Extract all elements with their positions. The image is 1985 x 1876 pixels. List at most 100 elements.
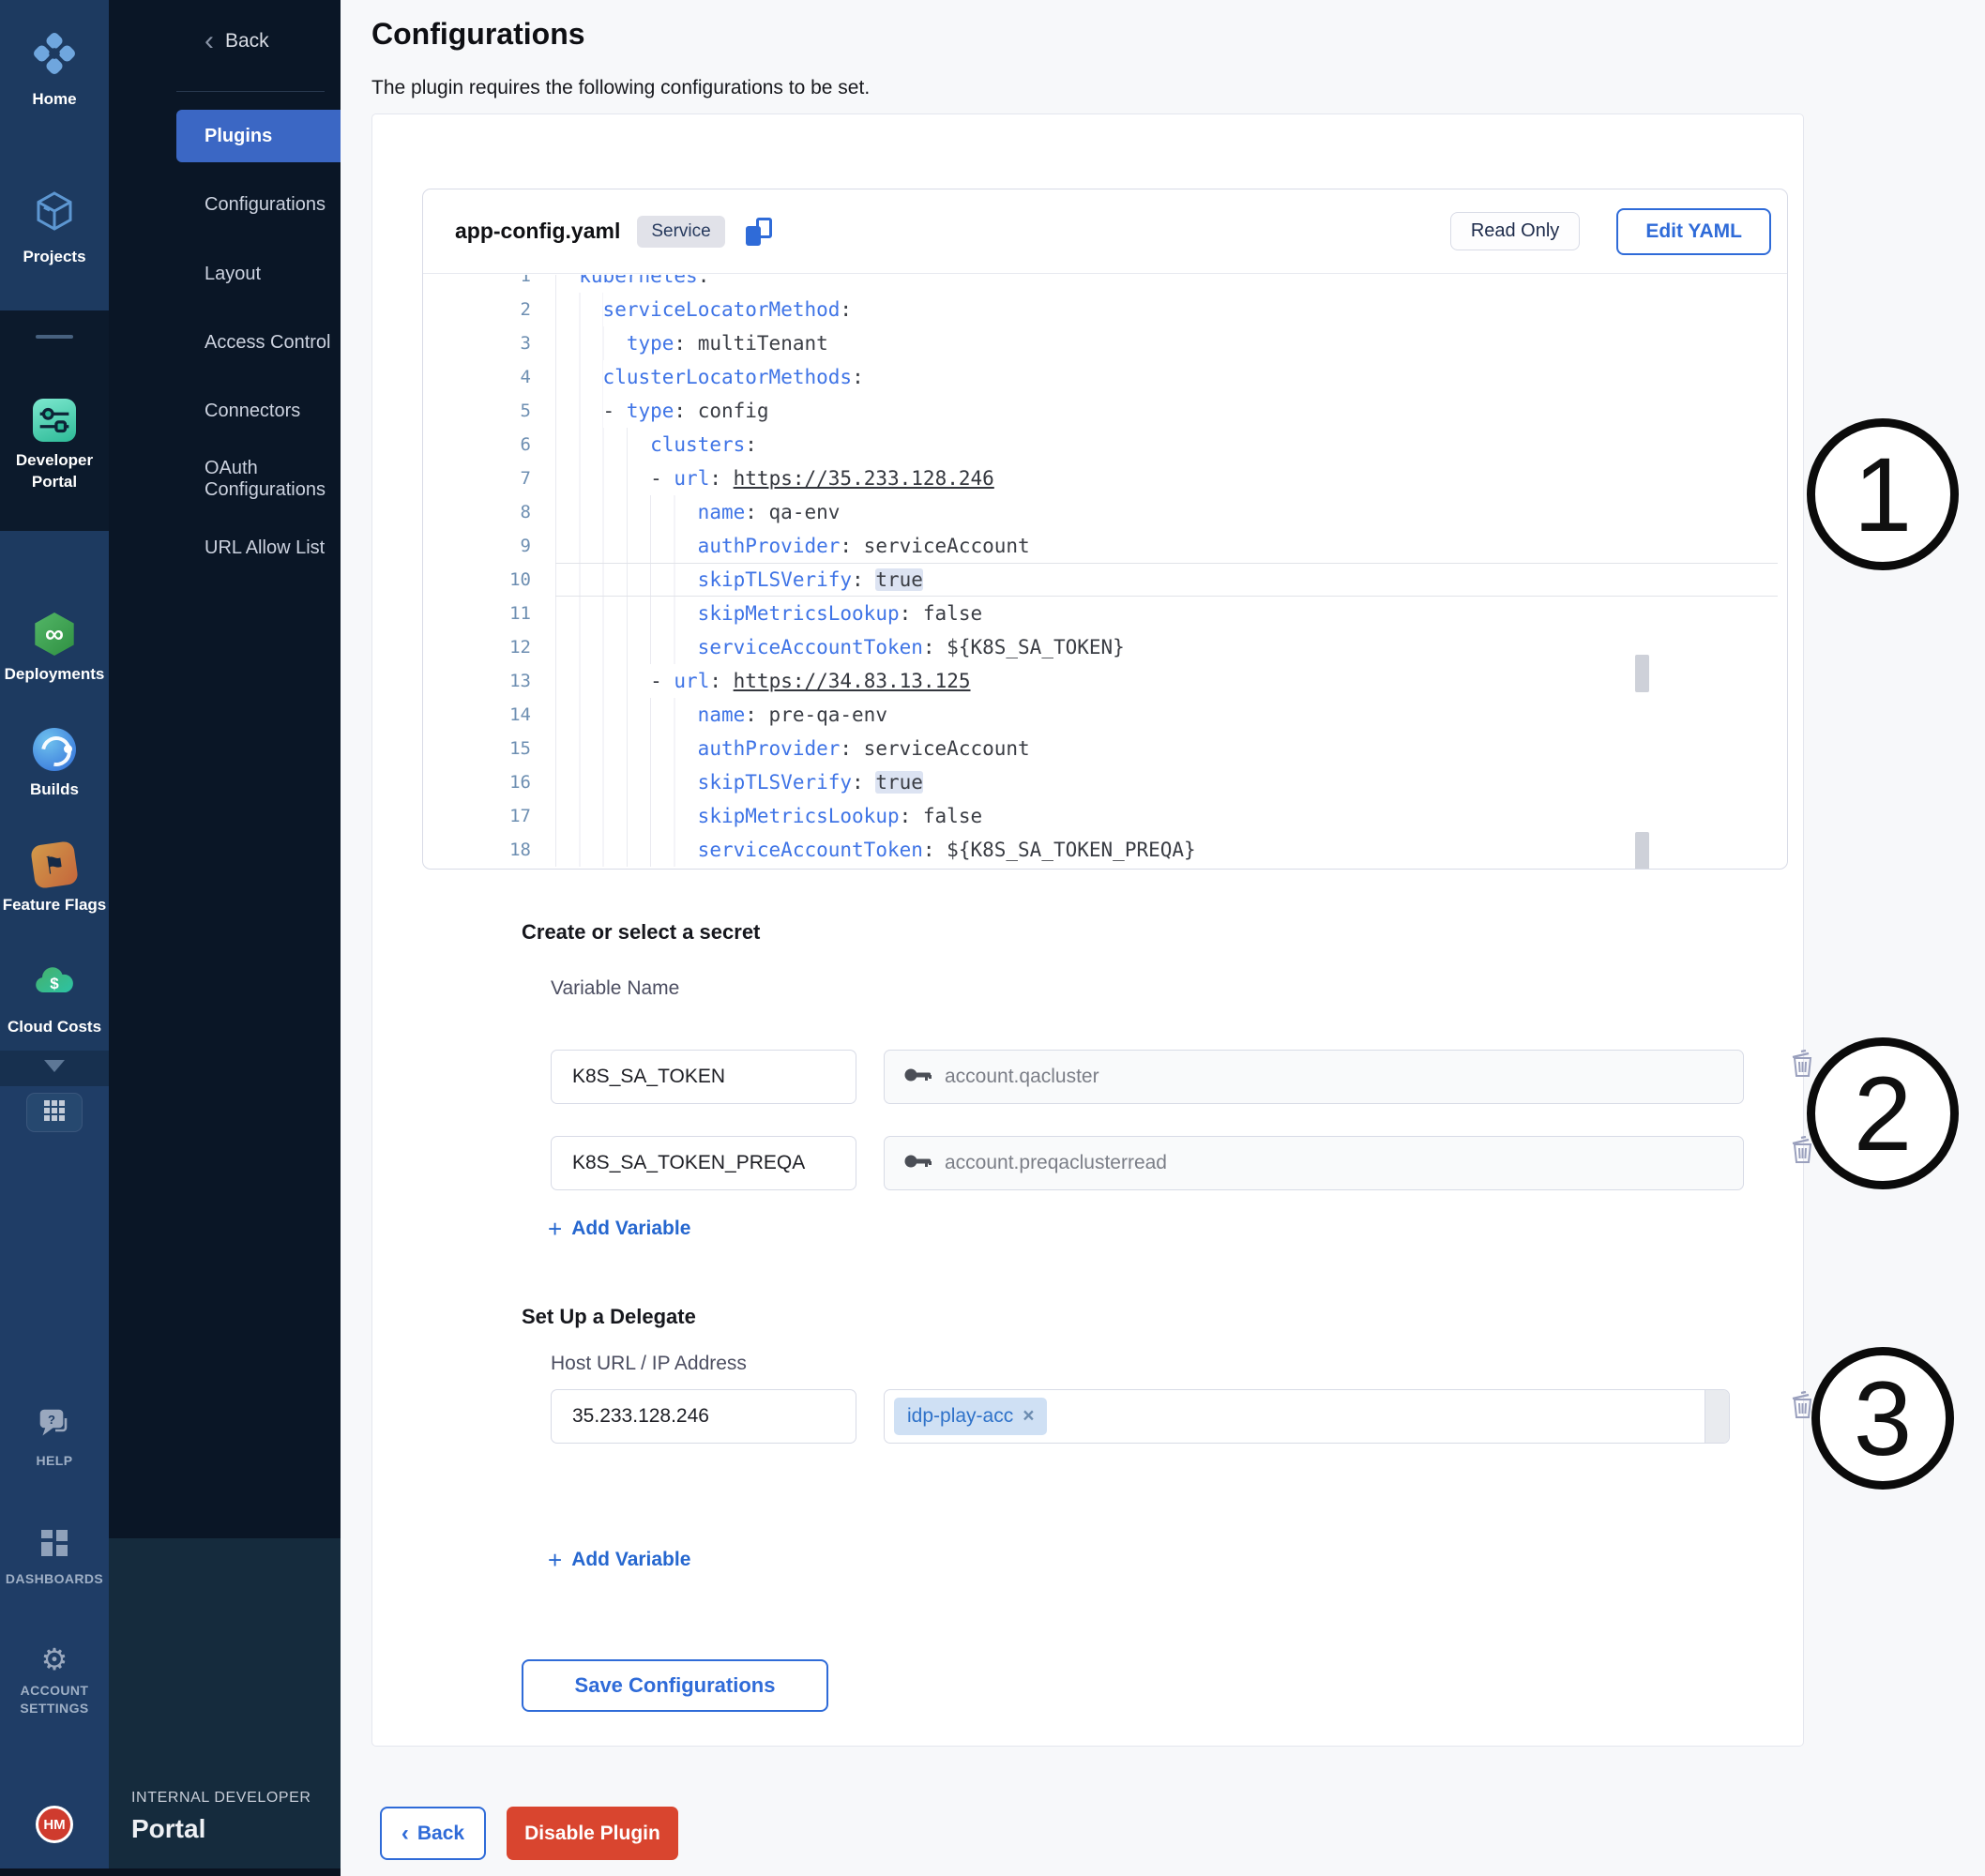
sidebar-item-label: Home bbox=[32, 88, 76, 110]
scrollbar-decoration bbox=[1635, 832, 1649, 869]
line-number: 18 bbox=[423, 840, 535, 860]
line-number: 5 bbox=[423, 401, 535, 421]
app-window: Home Projects Developer Portal ∞ Deploym… bbox=[0, 0, 1985, 1876]
chevron-left-icon: ‹ bbox=[402, 1821, 409, 1847]
chevron-left-icon: ‹ bbox=[205, 28, 214, 54]
yaml-editor-card: app-config.yaml Service Read Only Edit Y… bbox=[422, 189, 1788, 870]
save-configurations-button[interactable]: Save Configurations bbox=[522, 1659, 828, 1712]
key-icon bbox=[903, 1067, 932, 1088]
annotation-circle-1: 1 bbox=[1807, 418, 1959, 570]
sidebar-item-projects[interactable]: Projects bbox=[0, 189, 109, 267]
copy-icon[interactable] bbox=[746, 218, 772, 246]
line-number: 2 bbox=[423, 299, 535, 320]
avatar-initials: HM bbox=[43, 1817, 65, 1833]
footer-eyebrow: INTERNAL DEVELOPER bbox=[131, 1790, 311, 1807]
secret-value: account.preqaclusterread bbox=[945, 1152, 1167, 1174]
key-icon bbox=[903, 1153, 932, 1174]
service-badge: Service bbox=[637, 216, 724, 248]
sidebar-item-developer-portal[interactable]: Developer Portal bbox=[0, 399, 109, 492]
secret-section-title: Create or select a secret bbox=[522, 920, 760, 945]
secret-select-field[interactable]: account.preqaclusterread bbox=[884, 1136, 1744, 1190]
yaml-code-editor[interactable]: 1kubernetes:2serviceLocatorMethod:3type:… bbox=[423, 275, 1787, 869]
developer-portal-icon bbox=[33, 399, 76, 442]
side-menu-item-url-allow-list[interactable]: URL Allow List bbox=[176, 522, 341, 574]
side-menu-item-configurations[interactable]: Configurations bbox=[176, 178, 341, 231]
code-line-17: 17skipMetricsLookup: false bbox=[423, 799, 1787, 833]
side-menu-item-connectors[interactable]: Connectors bbox=[176, 385, 341, 437]
sidebar-item-label: Feature Flags bbox=[3, 894, 107, 915]
add-variable-button[interactable]: + Add Variable bbox=[548, 1218, 690, 1240]
line-number: 17 bbox=[423, 806, 535, 826]
host-url-label: Host URL / IP Address bbox=[551, 1353, 747, 1375]
dashboards-icon bbox=[38, 1527, 70, 1564]
remove-tag-icon[interactable]: × bbox=[1023, 1405, 1034, 1428]
line-number: 9 bbox=[423, 536, 535, 556]
code-line-11: 11skipMetricsLookup: false bbox=[423, 597, 1787, 630]
read-only-pill: Read Only bbox=[1450, 212, 1581, 250]
secret-select-field[interactable]: account.qacluster bbox=[884, 1050, 1744, 1104]
module-rail: Home Projects Developer Portal ∞ Deploym… bbox=[0, 0, 109, 1876]
sidebar-item-feature-flags[interactable]: ⚑ Feature Flags bbox=[0, 843, 109, 915]
rail-divider bbox=[36, 335, 73, 339]
delegate-tags-field[interactable]: idp-play-acc × bbox=[884, 1389, 1730, 1444]
sidebar-item-help[interactable]: ? HELP bbox=[0, 1405, 109, 1470]
annotation-circle-2: 2 bbox=[1807, 1037, 1959, 1189]
side-menu-item-plugins[interactable]: Plugins bbox=[176, 110, 341, 162]
main-content: Configurations The plugin requires the f… bbox=[341, 0, 1985, 1876]
window-bottom-edge bbox=[0, 1868, 341, 1876]
add-variable-button-delegate[interactable]: + Add Variable bbox=[548, 1549, 690, 1571]
side-menu-item-oauth-configurations[interactable]: OAuth Configurations bbox=[176, 453, 341, 506]
code-line-15: 15authProvider: serviceAccount bbox=[423, 732, 1787, 765]
sidebar-item-label: HELP bbox=[37, 1452, 73, 1470]
module-grid-button[interactable] bbox=[26, 1093, 83, 1132]
variable-name-label: Variable Name bbox=[551, 977, 679, 1000]
line-number: 11 bbox=[423, 603, 535, 624]
cube-icon bbox=[32, 189, 77, 238]
back-button[interactable]: ‹ Back bbox=[380, 1807, 486, 1860]
line-number: 3 bbox=[423, 333, 535, 354]
plus-icon: + bbox=[548, 1550, 562, 1570]
variable-name-input[interactable] bbox=[551, 1136, 856, 1190]
code-line-4: 4clusterLocatorMethods: bbox=[423, 360, 1787, 394]
sidebar-item-label: Cloud Costs bbox=[8, 1016, 101, 1037]
sidebar-item-label: ACCOUNT SETTINGS bbox=[6, 1682, 103, 1717]
disable-plugin-button[interactable]: Disable Plugin bbox=[507, 1807, 678, 1860]
deployments-icon: ∞ bbox=[33, 613, 76, 656]
annotation-circle-3: 3 bbox=[1811, 1347, 1954, 1490]
host-url-input[interactable] bbox=[551, 1389, 856, 1444]
menu-divider bbox=[176, 91, 325, 92]
side-menu-item-access-control[interactable]: Access Control bbox=[176, 316, 341, 369]
rail-collapse-toggle[interactable] bbox=[0, 1060, 109, 1072]
code-line-10: 10skipTLSVerify: true bbox=[423, 563, 1787, 597]
plugin-side-menu: ‹ Back Plugins Configurations Layout Access… bbox=[109, 0, 341, 1876]
user-avatar[interactable]: HM bbox=[36, 1806, 73, 1843]
variable-name-input[interactable] bbox=[551, 1050, 856, 1104]
edit-yaml-button[interactable]: Edit YAML bbox=[1616, 208, 1771, 255]
code-line-1: 1kubernetes: bbox=[423, 275, 1787, 293]
line-number: 14 bbox=[423, 704, 535, 725]
sidebar-item-builds[interactable]: Builds bbox=[0, 728, 109, 800]
sidebar-item-account-settings[interactable]: ⚙ ACCOUNT SETTINGS bbox=[0, 1643, 109, 1717]
sidebar-item-dashboards[interactable]: DASHBOARDS bbox=[0, 1527, 109, 1588]
sidebar-item-home[interactable]: Home bbox=[0, 31, 109, 110]
back-label: Back bbox=[225, 30, 269, 53]
back-button-label: Back bbox=[417, 1823, 464, 1845]
sidebar-item-cloud-costs[interactable]: $ Cloud Costs bbox=[0, 959, 109, 1037]
line-number: 4 bbox=[423, 367, 535, 387]
line-number: 15 bbox=[423, 738, 535, 759]
delete-variable-icon[interactable] bbox=[1790, 1050, 1815, 1078]
sidebar-item-deployments[interactable]: ∞ Deployments bbox=[0, 613, 109, 685]
yaml-card-header: app-config.yaml Service Read Only Edit Y… bbox=[423, 189, 1787, 274]
side-menu-item-layout[interactable]: Layout bbox=[176, 248, 341, 300]
sidebar-item-label: Deployments bbox=[5, 663, 105, 685]
code-line-6: 6clusters: bbox=[423, 428, 1787, 461]
svg-text:?: ? bbox=[48, 1413, 55, 1427]
harness-home-icon bbox=[32, 31, 77, 81]
line-number: 16 bbox=[423, 772, 535, 793]
code-lines: 1kubernetes:2serviceLocatorMethod:3type:… bbox=[423, 275, 1787, 867]
code-line-13: 13- url: https://34.83.13.125 bbox=[423, 664, 1787, 698]
back-nav[interactable]: ‹ Back bbox=[205, 28, 269, 54]
code-line-3: 3type: multiTenant bbox=[423, 326, 1787, 360]
grid-icon bbox=[42, 1098, 67, 1127]
line-number: 8 bbox=[423, 502, 535, 522]
